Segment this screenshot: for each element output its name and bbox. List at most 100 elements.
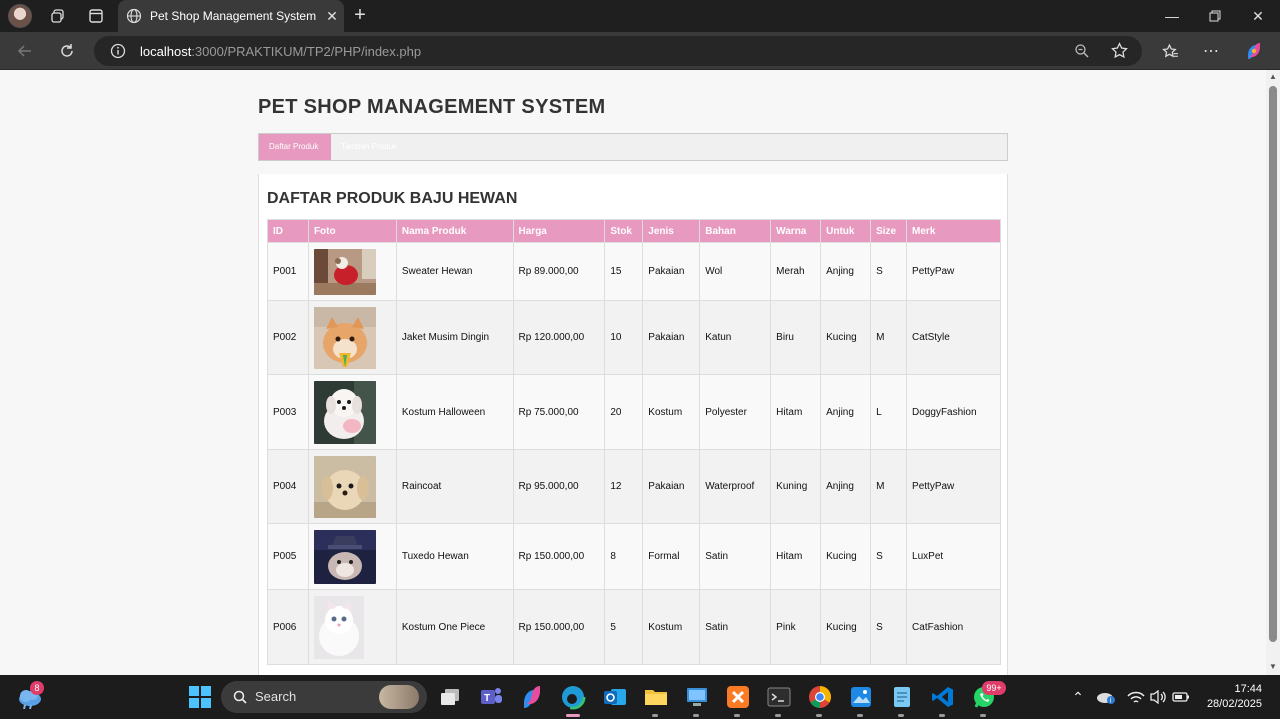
cell-merk: PettyPaw [906,242,1001,301]
onedrive-icon[interactable]: i [1092,683,1120,711]
edge-active-indicator [566,714,580,717]
table-header-row: ID Foto Nama Produk Harga Stok Jenis Bah… [267,219,1001,243]
page-title: PET SHOP MANAGEMENT SYSTEM [258,96,606,118]
xampp-indicator [734,714,740,717]
cell-id: P003 [267,374,309,450]
favorite-star-icon[interactable] [1111,42,1128,59]
chrome-icon[interactable] [806,683,834,711]
cell-foto [307,374,397,450]
cell-untuk: Kucing [820,523,872,590]
notepad-icon[interactable] [888,683,916,711]
vertical-scrollbar[interactable]: ▲ ▼ [1266,70,1280,675]
cell-merk: CatFashion [906,589,1001,665]
restore-button[interactable] [1193,0,1237,32]
vscode-icon[interactable] [929,683,957,711]
address-bar[interactable]: localhost:3000/PRAKTIKUM/TP2/PHP/index.p… [94,36,1142,66]
cell-warna: Hitam [770,374,822,450]
info-icon[interactable] [110,43,126,59]
cell-stok: 12 [604,449,644,524]
table-row: P006 Kostum One Piece Rp 150.000,00 5 Ko… [267,589,1001,665]
cell-foto [307,242,397,301]
close-tab-icon[interactable]: ✕ [320,8,344,25]
outlook-icon[interactable] [601,683,629,711]
search-icon [233,690,247,704]
cell-bahan: Polyester [699,374,772,450]
cell-nama: Tuxedo Hewan [395,523,514,590]
system-clock[interactable]: 17:44 28/02/2025 [1207,682,1262,712]
col-header-nama: Nama Produk [395,219,514,243]
scroll-up-icon[interactable]: ▲ [1269,73,1277,81]
cell-nama: Sweater Hewan [395,242,514,301]
cell-warna: Kuning [770,449,822,524]
teams-icon[interactable]: T [477,683,505,711]
windows-start-icon[interactable] [186,683,214,711]
edge-icon[interactable] [559,683,587,711]
profile-avatar[interactable] [8,4,32,28]
cell-untuk: Anjing [820,449,872,524]
taskbar: 8 Search T 99+ ⌃ i 17:44 28/02/2025 [0,675,1280,719]
chevron-up-icon[interactable]: ⌃ [1064,683,1092,711]
cell-jenis: Pakaian [642,300,701,375]
nav-daftar-produk[interactable]: Daftar Produk [259,134,331,160]
cell-nama: Raincoat [395,449,514,524]
col-header-warna: Warna [770,219,822,243]
whatsapp-indicator [980,714,986,717]
back-icon[interactable] [12,38,38,64]
remote-desktop-icon[interactable] [683,683,711,711]
notepad-indicator [898,714,904,717]
globe-icon [126,8,142,24]
cell-stok: 10 [604,300,644,375]
cell-size: L [870,374,908,450]
cell-nama: Jaket Musim Dingin [395,300,514,375]
col-header-bahan: Bahan [699,219,772,243]
more-menu-icon[interactable]: ⋯ [1198,38,1224,64]
cell-stok: 15 [604,242,644,301]
copilot-icon[interactable] [1241,38,1267,64]
cell-warna: Pink [770,589,822,665]
active-tab[interactable]: Pet Shop Management System ✕ [118,0,344,32]
terminal-icon[interactable] [765,683,793,711]
refresh-icon[interactable] [54,38,80,64]
favorites-icon[interactable] [1157,38,1183,64]
cell-harga: Rp 120.000,00 [512,300,606,375]
nav-tambah-produk[interactable]: Tambah Produk [331,134,407,160]
cell-bahan: Waterproof [699,449,772,524]
tab-title: Pet Shop Management System [150,9,317,23]
zoom-icon[interactable] [1074,43,1090,59]
browser-toolbar: localhost:3000/PRAKTIKUM/TP2/PHP/index.p… [0,32,1280,70]
product-panel: DAFTAR PRODUK BAJU HEWAN ID Foto Nama Pr… [258,174,1008,675]
col-header-untuk: Untuk [820,219,872,243]
workspaces-icon[interactable] [46,4,70,28]
new-tab-button[interactable]: + [348,4,372,28]
page-nav: Daftar Produk Tambah Produk [258,133,1008,161]
xampp-icon[interactable] [724,683,752,711]
table-row: P004 Raincoat Rp 95.000,00 12 Pakaian Wa… [267,449,1001,524]
product-photo-cat-tuxedo-hat [313,529,376,584]
cell-jenis: Formal [642,523,701,590]
chrome-indicator [816,714,822,717]
task-view-icon[interactable] [436,683,464,711]
page-viewport: PET SHOP MANAGEMENT SYSTEM Daftar Produk… [0,70,1266,675]
section-title: DAFTAR PRODUK BAJU HEWAN [267,190,518,207]
close-window-button[interactable]: ✕ [1236,0,1280,32]
battery-icon[interactable] [1167,683,1195,711]
tab-actions-icon[interactable] [84,4,108,28]
cell-harga: Rp 150.000,00 [512,523,606,590]
cell-size: S [870,589,908,665]
cell-jenis: Pakaian [642,242,701,301]
url-text[interactable]: localhost:3000/PRAKTIKUM/TP2/PHP/index.p… [140,44,421,59]
col-header-id: ID [267,219,309,243]
cell-bahan: Satin [699,589,772,665]
cell-size: S [870,523,908,590]
cell-bahan: Wol [699,242,772,301]
cell-nama: Kostum Halloween [395,374,514,450]
cell-size: M [870,300,908,375]
scroll-thumb[interactable] [1269,86,1277,642]
taskbar-search[interactable]: Search [221,681,427,713]
scroll-down-icon[interactable]: ▼ [1269,663,1277,671]
cell-merk: CatStyle [906,300,1001,375]
file-explorer-icon[interactable] [642,683,670,711]
photos-icon[interactable] [847,683,875,711]
copilot-app-icon[interactable] [518,683,546,711]
minimize-button[interactable]: — [1150,0,1194,32]
